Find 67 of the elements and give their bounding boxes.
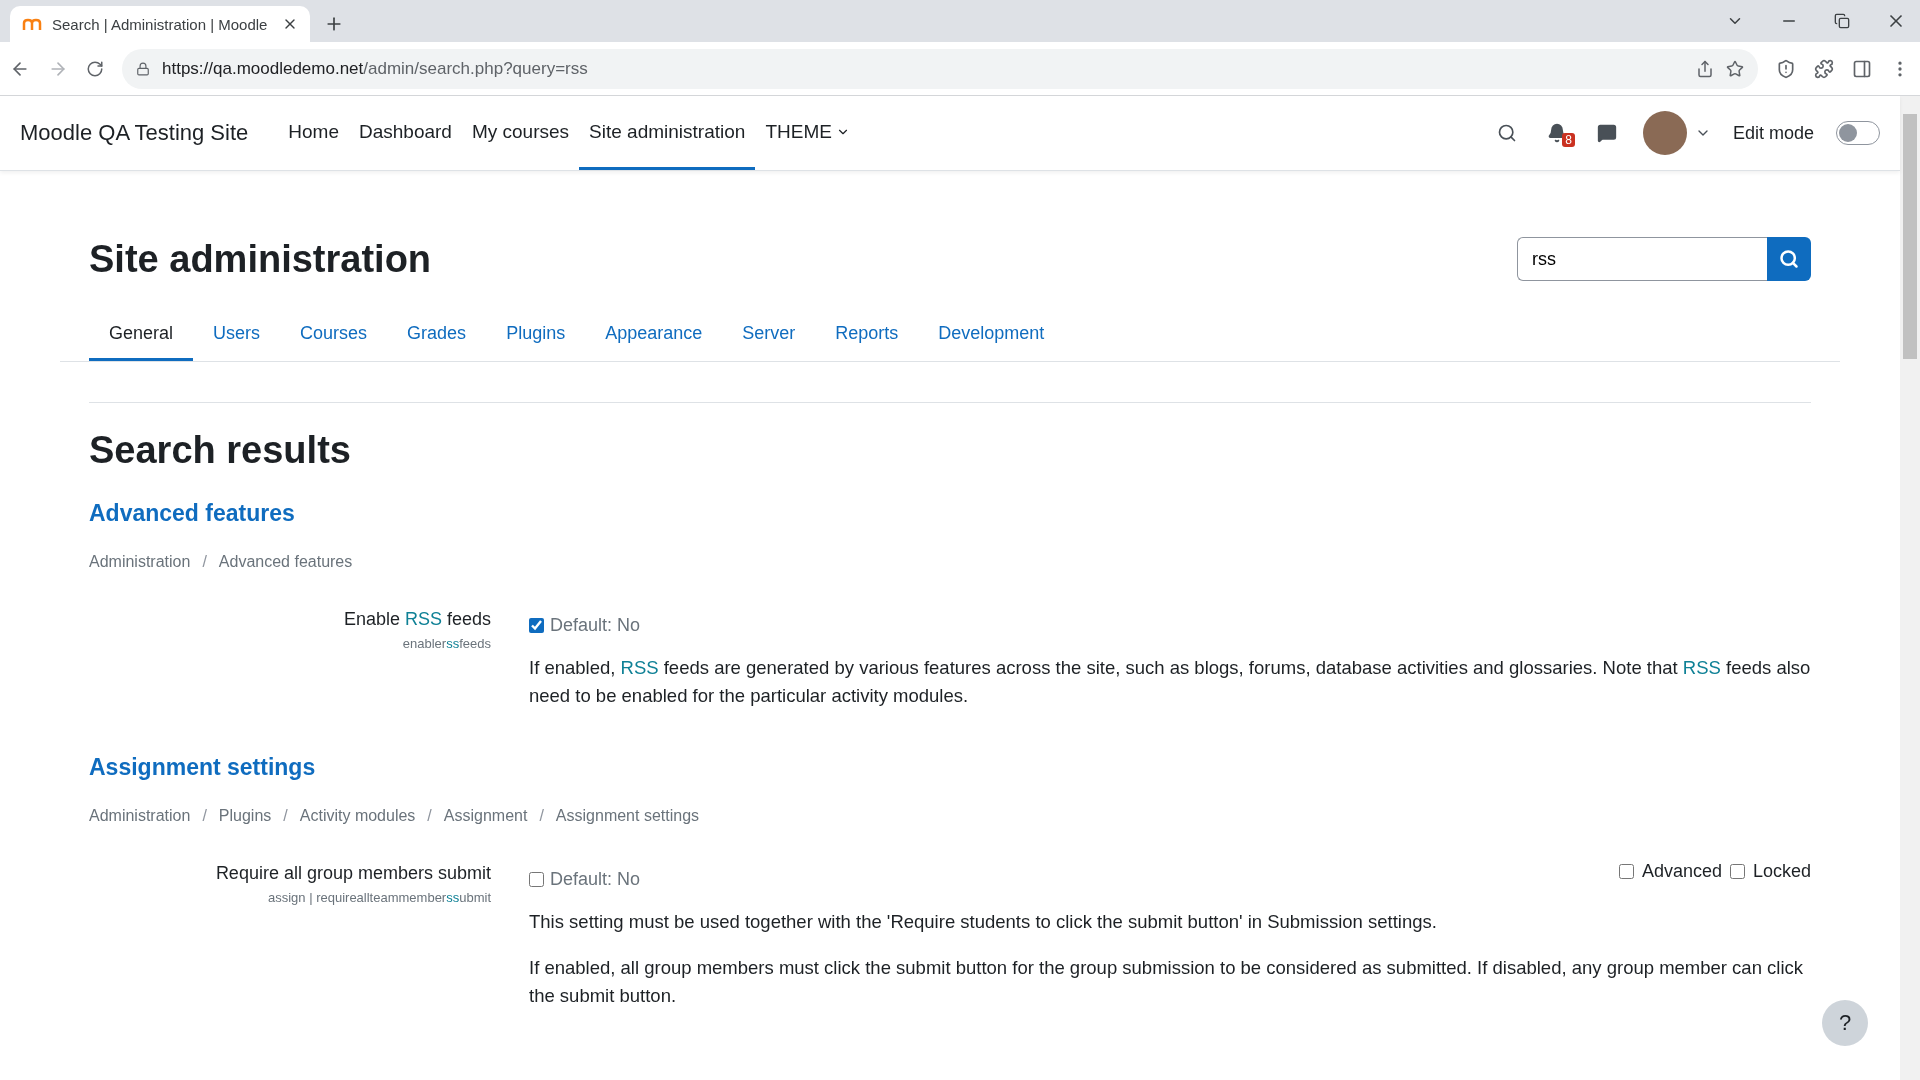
search-field[interactable]: rss [1517, 237, 1767, 281]
breadcrumb-link[interactable]: Advanced features [218, 553, 353, 571]
scrollbar[interactable] [1900, 96, 1920, 1080]
setting-description: This setting must be used together with the 'Require students to click the submit button' in Submission settings. [529, 910, 1438, 934]
nav-link[interactable]: Dashboard [349, 96, 462, 170]
nav-link[interactable]: THEME [755, 96, 860, 170]
side-panel-icon[interactable] [1852, 58, 1872, 79]
reload-icon[interactable] [86, 59, 104, 78]
tab[interactable]: Reports [815, 309, 919, 361]
tab[interactable]: General [89, 309, 194, 361]
default-value: Default: No [550, 869, 641, 890]
tab-title: Search | Administration | Moodle [52, 15, 269, 33]
flag-checkbox[interactable] [1729, 864, 1745, 879]
results-heading: Search results [89, 429, 352, 472]
tab[interactable]: Plugins [486, 309, 586, 361]
page-title: Site administration [89, 237, 432, 281]
breadcrumb-link[interactable]: Activity modules [299, 807, 416, 825]
url-text: https://qa.moodledemo.net/admin/search.php?query=rss [162, 58, 588, 79]
search-button[interactable] [1767, 237, 1811, 281]
setting-label: Enable RSS feeds [343, 609, 491, 630]
setting-checkbox[interactable] [529, 618, 544, 633]
nav-link[interactable]: Home [278, 96, 349, 170]
flag-label: Locked [1752, 861, 1811, 882]
tab[interactable]: Development [918, 309, 1065, 361]
setting-description: If enabled, RSS feeds are generated by various features across the site, such as blogs, forums, database activities and glossaries. Note that RSS feeds also need to be enabled for the particular activity modules. [529, 656, 1811, 708]
nav-link[interactable]: Site administration [579, 96, 756, 170]
breadcrumb-separator: / [426, 807, 433, 825]
section-title[interactable]: Advanced features [89, 500, 295, 527]
tab[interactable]: Appearance [585, 309, 723, 361]
flag-label: Advanced [1641, 861, 1722, 882]
section-title[interactable]: Assignment settings [89, 754, 316, 781]
search-icon [1779, 249, 1799, 269]
flag-checkbox[interactable] [1618, 864, 1634, 879]
breadcrumb-separator: / [282, 807, 289, 825]
breadcrumb-separator: / [538, 807, 545, 825]
setting-label: Require all group members submit [215, 863, 491, 884]
tab[interactable]: Server [722, 309, 816, 361]
breadcrumb-separator: / [201, 807, 208, 825]
nav-link[interactable]: My courses [461, 96, 580, 170]
edit-mode-label: Edit mode [1732, 122, 1814, 144]
breadcrumb-link[interactable]: Administration [89, 553, 191, 571]
default-value: Default: No [550, 615, 641, 636]
lock-icon [136, 61, 150, 76]
breadcrumb-link[interactable]: Administration [89, 807, 191, 825]
setting-checkbox[interactable] [529, 872, 544, 887]
tab[interactable]: Users [193, 309, 281, 361]
moodle-logo-icon [22, 17, 42, 31]
notification-count: 8 [1562, 133, 1575, 147]
setting-name: assign | requireallteammemberssubmit [267, 890, 491, 905]
breadcrumb-link[interactable]: Assignment settings [555, 807, 700, 825]
avatar[interactable] [1642, 111, 1687, 155]
share-icon[interactable] [1696, 59, 1714, 78]
edit-mode-switch[interactable] [1836, 121, 1880, 145]
breadcrumb-separator: / [201, 553, 208, 571]
tab[interactable]: Courses [280, 309, 388, 361]
help-button[interactable]: ? [1822, 1000, 1868, 1046]
site-name: Moodle QA Testing Site [20, 120, 249, 146]
restore-icon[interactable] [1834, 13, 1850, 29]
breadcrumb-link[interactable]: Plugins [218, 807, 272, 825]
browser-tab[interactable]: Search | Administration | Moodle [10, 6, 310, 42]
star-icon[interactable] [1726, 59, 1744, 78]
setting-description: If enabled, all group members must click the submit button for the group submission to be considered as submitted. If disabled, any group member can click the submit button. [529, 956, 1805, 1008]
tab[interactable]: Grades [387, 309, 487, 361]
setting-name: enablerssfeeds [402, 636, 491, 651]
address-bar[interactable]: https://qa.moodledemo.net/admin/search.php?query=rss [122, 48, 1758, 89]
puzzle-icon[interactable] [1814, 58, 1834, 79]
breadcrumb-link[interactable]: Assignment [443, 807, 528, 825]
